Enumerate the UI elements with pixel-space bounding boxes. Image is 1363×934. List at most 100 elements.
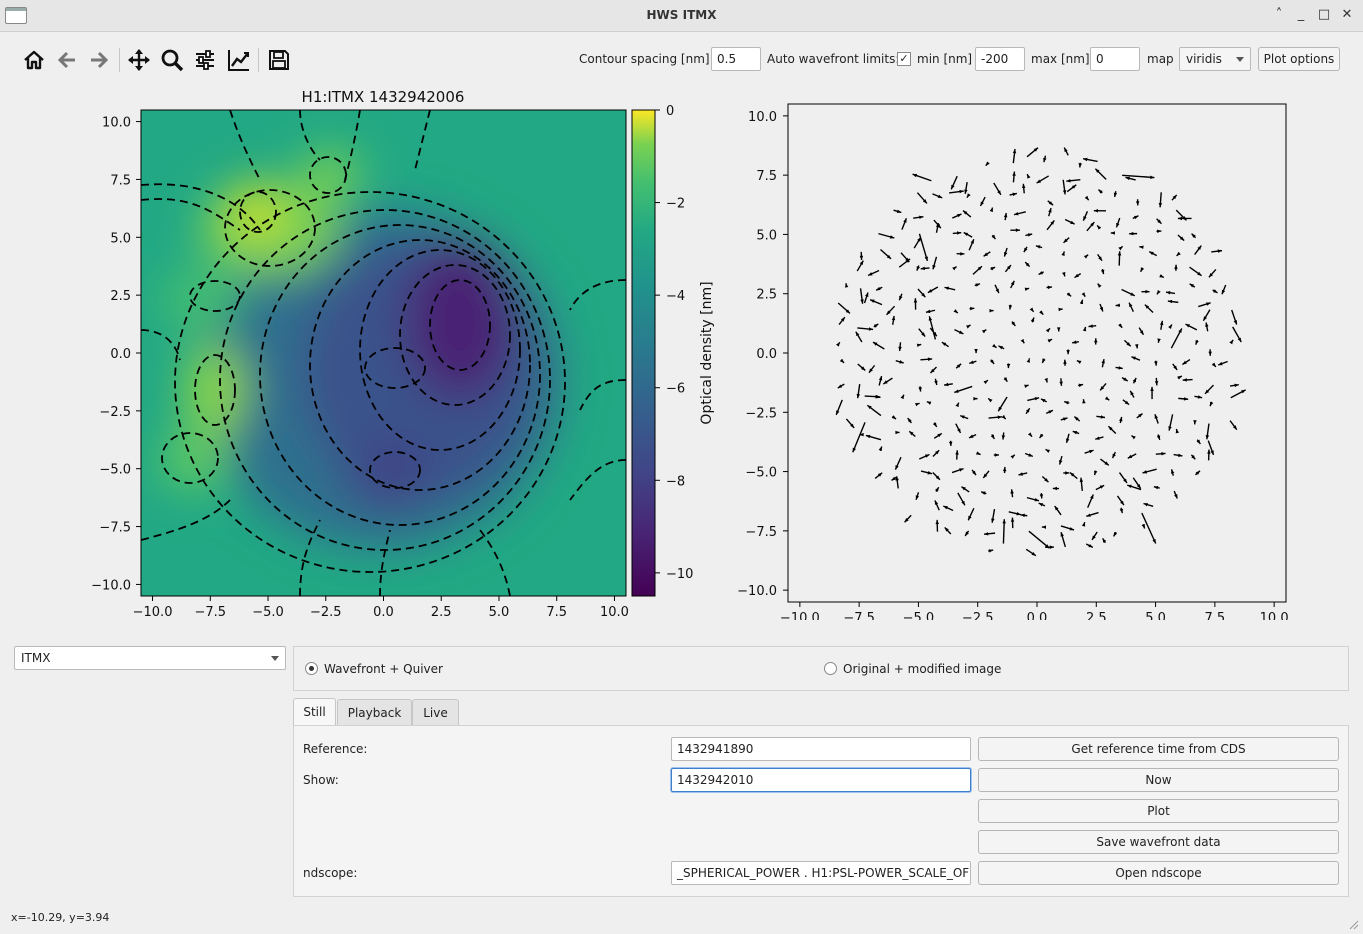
max-input[interactable]: 0 — [1090, 47, 1140, 71]
quiver-arrow — [1209, 401, 1214, 407]
quiver-arrow — [1003, 212, 1008, 221]
quiver-arrow — [838, 316, 846, 325]
quiver-arrow — [1045, 327, 1051, 333]
quiver-arrow — [1153, 485, 1160, 490]
quiver-arrow — [953, 309, 959, 314]
quiver-arrow — [1010, 454, 1016, 459]
quiver-arrow — [949, 189, 964, 194]
quiver-arrow — [974, 348, 978, 354]
quiver-arrow — [1173, 490, 1178, 499]
home-icon[interactable] — [21, 46, 47, 74]
left-x-tick-label: 10.0 — [600, 605, 629, 620]
contour-spacing-input[interactable]: 0.5 — [711, 47, 761, 71]
pan-icon[interactable] — [126, 46, 152, 74]
quiver-arrow — [852, 422, 866, 453]
quiver-arrow — [926, 400, 932, 405]
quiver-arrow — [1230, 389, 1246, 399]
quiver-arrow — [990, 359, 995, 365]
close-window-icon[interactable]: ✕ — [1338, 6, 1356, 24]
quiver-arrow — [1156, 218, 1162, 225]
quiver-arrow — [1056, 327, 1061, 332]
quiver-arrow — [1099, 382, 1107, 391]
left-y-tick-label: 7.5 — [110, 173, 131, 188]
reference-input[interactable]: 1432941890 — [671, 737, 971, 761]
maximize-window-icon[interactable]: □ — [1315, 6, 1333, 24]
save-wavefront-button[interactable]: Save wavefront data — [978, 830, 1339, 854]
quiver-arrow — [1001, 414, 1007, 420]
quiver-arrow — [1045, 448, 1051, 453]
forward-arrow-icon[interactable] — [86, 46, 112, 74]
zoom-icon[interactable] — [159, 46, 185, 74]
tab-playback[interactable]: Playback — [337, 699, 412, 726]
optic-select-value: ITMX — [21, 651, 51, 665]
left-x-tick-label: −7.5 — [194, 605, 226, 620]
colorbar — [631, 109, 656, 597]
min-label: min [nm] — [917, 52, 973, 66]
quiver-arrow — [1026, 496, 1040, 502]
quiver-arrow — [1168, 324, 1173, 329]
quiver-arrow — [835, 399, 843, 416]
quiver-arrow — [983, 532, 996, 536]
quiver-arrow — [1097, 253, 1103, 262]
quiver-arrow — [1117, 251, 1122, 266]
minimize-window-icon[interactable]: _ — [1292, 6, 1310, 24]
plot-canvas[interactable]: H1:ITMX 1432942006 Optical density [nm] … — [0, 80, 1363, 620]
now-button[interactable]: Now — [978, 768, 1339, 792]
mode-label-wavefront[interactable]: Wavefront + Quiver — [324, 662, 443, 676]
reference-label: Reference: — [303, 742, 368, 756]
quiver-arrow — [941, 341, 950, 348]
resize-grip-icon[interactable] — [1347, 918, 1359, 930]
mode-radio-wavefront[interactable] — [305, 662, 318, 675]
quiver-arrow — [969, 360, 977, 365]
plot-options-button[interactable]: Plot options — [1258, 47, 1340, 71]
configure-subplots-icon[interactable] — [192, 46, 218, 74]
edit-axes-icon[interactable] — [226, 46, 252, 74]
get-reference-button[interactable]: Get reference time from CDS — [978, 737, 1339, 761]
quiver-arrow — [1054, 505, 1062, 516]
quiver-arrow — [932, 449, 940, 458]
save-icon[interactable] — [266, 46, 292, 74]
quiver-arrow — [998, 345, 1005, 350]
plot-button[interactable]: Plot — [978, 799, 1339, 823]
quiver-arrow — [1113, 191, 1118, 198]
min-input[interactable]: -200 — [975, 47, 1025, 71]
open-ndscope-button[interactable]: Open ndscope — [978, 861, 1339, 885]
quiver-arrow — [1079, 299, 1084, 305]
quiver-arrow — [1018, 472, 1028, 476]
mode-radio-original[interactable] — [824, 662, 837, 675]
quiver-arrow — [1066, 349, 1070, 355]
quiver-arrow — [1134, 344, 1139, 349]
quiver-arrow — [1182, 358, 1191, 366]
quiver-arrow — [1185, 323, 1198, 331]
colormap-select[interactable]: viridis — [1179, 47, 1251, 71]
right-y-tick-label: −2.5 — [745, 406, 777, 421]
map-label: map — [1147, 52, 1174, 66]
tab-live[interactable]: Live — [412, 699, 459, 726]
quiver-arrow — [1208, 268, 1217, 278]
quiver-arrow — [1136, 412, 1143, 419]
quiver-arrow — [1142, 468, 1157, 474]
mode-group: Wavefront + Quiver Original + modified i… — [293, 646, 1349, 691]
mode-label-original[interactable]: Original + modified image — [843, 662, 1001, 676]
quiver-arrow — [1189, 283, 1196, 288]
auto-limits-checkbox[interactable]: ✓ — [897, 52, 911, 66]
ndscope-input[interactable]: _SPHERICAL_POWER . H1:PSL-POWER_SCALE_OF… — [671, 861, 971, 885]
quiver-arrow — [859, 251, 864, 260]
quiver-arrow — [1064, 218, 1076, 225]
quiver-arrow — [837, 383, 845, 389]
quiver-arrow — [1039, 310, 1044, 316]
tab-still[interactable]: Still — [293, 698, 336, 726]
quiver-arrow — [944, 382, 953, 387]
quiver-arrow — [1085, 543, 1094, 549]
shade-window-icon[interactable]: ˄ — [1270, 6, 1288, 24]
show-input[interactable]: 1432942010 — [671, 768, 971, 792]
quiver-arrow — [920, 470, 933, 475]
quiver-arrow — [1026, 147, 1039, 158]
quiver-arrow — [1021, 183, 1026, 194]
quiver-arrow — [1173, 453, 1183, 458]
back-arrow-icon[interactable] — [54, 46, 80, 74]
quiver-arrow — [1069, 472, 1078, 480]
quiver-arrow — [1025, 407, 1031, 415]
optic-select[interactable]: ITMX — [14, 646, 286, 670]
quiver-arrow — [878, 232, 895, 239]
